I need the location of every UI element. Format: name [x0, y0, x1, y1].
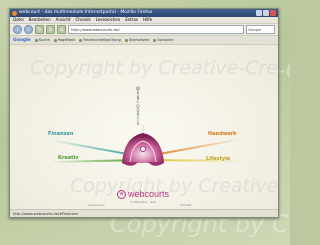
firefox-icon — [12, 10, 17, 16]
logo-tagline: multimedia · web — [130, 200, 157, 204]
search-icon — [34, 38, 38, 42]
toolbar-item-label: Rechtschreibprüfung — [83, 38, 121, 42]
menu-ansicht[interactable]: Ansicht — [56, 17, 71, 23]
toolbar-item-pagerank[interactable]: PageRank — [53, 38, 76, 42]
home-icon: ⌂ — [59, 26, 64, 33]
webcourts-logo[interactable]: w webcourts — [117, 189, 169, 199]
window-controls — [256, 10, 276, 16]
forward-arrow-icon: › — [27, 26, 30, 33]
close-button[interactable] — [270, 10, 276, 16]
menu-datei[interactable]: Datei — [13, 17, 24, 23]
toolbar-item-options[interactable]: Optionen — [153, 38, 174, 42]
menu-extras[interactable]: Extras — [125, 17, 138, 23]
toolbar-item-label: Optionen — [157, 38, 174, 42]
toolbar-item-spellcheck[interactable]: Rechtschreibprüfung — [79, 38, 121, 42]
maximize-button[interactable] — [263, 10, 269, 16]
browser-window: webcourt - das multimediale Internetport… — [9, 8, 279, 218]
google-logo: Google — [13, 37, 31, 43]
pagerank-icon — [53, 38, 57, 42]
translate-icon — [124, 38, 128, 42]
menu-bar: Datei Bearbeiten Ansicht Chronik Lesezei… — [10, 17, 278, 24]
webcourts-logo-icon: w — [117, 189, 126, 199]
section-handwerk-link[interactable]: Handwerk — [208, 131, 237, 137]
status-bar: http://www.webcourts.de/#Finanzen — [10, 209, 278, 217]
back-button[interactable]: ‹ — [13, 25, 22, 34]
kontakt-link[interactable]: Kontakt — [180, 203, 191, 207]
section-finanzen-link[interactable]: Finanzen — [48, 131, 73, 137]
logo-text: webcourts — [128, 189, 170, 199]
vertical-wordmark: W E B C O U R T S — [135, 86, 141, 127]
stop-icon: × — [48, 26, 53, 33]
address-bar[interactable]: http://www.webcourts.de/ — [68, 25, 244, 34]
options-icon — [153, 38, 157, 42]
minimize-button[interactable] — [256, 10, 262, 16]
toolbar-item-translate[interactable]: Übersetzen — [124, 38, 150, 42]
section-lifestyle-link[interactable]: Lifestyle — [206, 156, 230, 162]
toolbar-item-label: Übersetzen — [128, 38, 150, 42]
stop-button[interactable]: × — [46, 25, 55, 34]
forward-button[interactable]: › — [24, 25, 33, 34]
home-button[interactable]: ⌂ — [57, 25, 66, 34]
page-content: Copyright by Creative-Creations Copyrigh… — [10, 45, 278, 209]
toolbar-item-suche[interactable]: Suche — [34, 38, 50, 42]
navigation-bar: ‹ › ↻ × ⌂ http://www.webcourts.de/ Googl… — [10, 24, 278, 36]
reload-button[interactable]: ↻ — [35, 25, 44, 34]
reload-icon: ↻ — [37, 26, 42, 33]
spellcheck-icon — [79, 38, 83, 42]
hub-graphic — [50, 125, 242, 166]
wordmark-letter: S — [136, 121, 140, 127]
menu-hilfe[interactable]: Hilfe — [143, 17, 152, 23]
toolbar-item-label: Suche — [38, 38, 50, 42]
title-bar: webcourt - das multimediale Internetport… — [10, 9, 278, 17]
google-toolbar: Google Suche PageRank Rechtschreibprüfun… — [10, 36, 278, 45]
impressum-link[interactable]: Impressum — [88, 203, 105, 207]
toolbar-item-label: PageRank — [57, 38, 76, 42]
hub-center — [139, 146, 146, 153]
back-arrow-icon: ‹ — [16, 26, 19, 33]
menu-bearbeiten[interactable]: Bearbeiten — [29, 17, 51, 23]
window-title: webcourt - das multimediale Internetport… — [19, 10, 153, 15]
section-kreativ-link[interactable]: Kreativ — [58, 155, 78, 161]
menu-chronik[interactable]: Chronik — [75, 17, 90, 23]
menu-lesezeichen[interactable]: Lesezeichen — [96, 17, 121, 23]
search-input[interactable]: Google — [246, 25, 275, 34]
